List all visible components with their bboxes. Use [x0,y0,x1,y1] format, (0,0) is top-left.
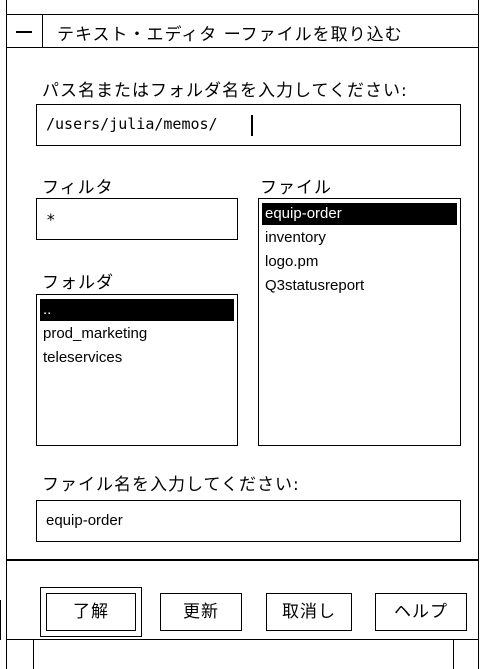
file-list-item[interactable]: inventory [262,227,457,249]
title-bar[interactable]: テキスト・エディタ ーファイルを取り込む [6,14,479,48]
help-button[interactable]: ヘルプ [375,593,467,631]
button-area: 了解 更新 取消し ヘルプ [6,560,479,640]
file-list-item[interactable]: Q3statusreport [262,275,457,297]
folder-list-item[interactable]: prod_marketing [40,323,234,345]
path-input-value: /users/julia/memos/ [46,115,218,133]
file-list[interactable]: equip-order inventory logo.pm Q3statusre… [258,198,461,446]
filter-input[interactable]: * [36,198,238,240]
window-menu-icon [16,31,32,33]
folder-label: フォルダ [42,273,114,293]
folder-list-item[interactable]: teleservices [40,347,234,369]
path-input[interactable]: /users/julia/memos/ [36,104,461,146]
filename-input[interactable]: equip-order [36,500,461,542]
text-cursor [251,115,253,136]
dialog-body: パス名またはフォルダ名を入力してください: /users/julia/memos… [6,48,479,560]
path-label: パス名またはフォルダ名を入力してください: [42,81,408,101]
folder-list-item[interactable]: .. [40,299,234,321]
folder-list[interactable]: .. prod_marketing teleservices [36,294,238,446]
filter-input-value: * [46,210,56,229]
window-title: テキスト・エディタ ーファイルを取り込む [57,25,403,45]
frame-tick [453,640,454,669]
filter-label: フィルタ [42,178,114,198]
filename-label: ファイル名を入力してください: [42,475,300,495]
file-list-item[interactable]: logo.pm [262,251,457,273]
filename-input-value: equip-order [46,512,123,529]
cancel-button[interactable]: 取消し [266,593,352,631]
frame-tick [33,640,34,669]
window-menu-button[interactable] [7,15,43,47]
update-button[interactable]: 更新 [160,593,242,631]
file-list-item[interactable]: equip-order [262,203,457,225]
frame-tick [0,600,1,640]
file-label: ファイル [260,178,332,198]
ok-button[interactable]: 了解 [46,593,136,631]
